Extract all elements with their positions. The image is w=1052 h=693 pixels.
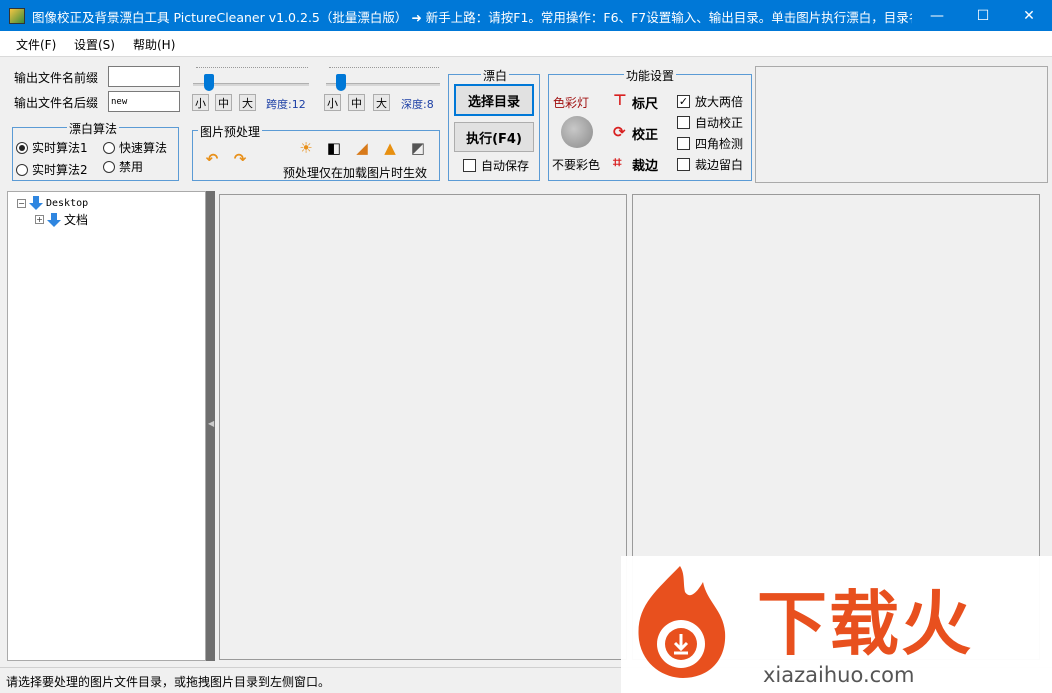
preprocess-group: 图片预处理 ↶ ↷ ☀ ◧ ◢ ▲ ◩ 预处理仅在加载图片时生效 [192, 123, 440, 181]
tree-node-label: 文档 [64, 213, 89, 227]
algo-realtime1-radio[interactable]: 实时算法1 [16, 139, 88, 156]
prefix-input[interactable] [108, 66, 180, 87]
depth-value-label: 深度:8 [401, 98, 434, 111]
auto-correct-label: 自动校正 [695, 116, 744, 130]
color-light-label: 色彩灯 [553, 96, 590, 110]
zoom-double-checkbox[interactable]: ✓ 放大两倍 [677, 93, 743, 110]
algo-fast-label: 快速算法 [119, 141, 168, 155]
span-slider-thumb[interactable] [203, 74, 214, 91]
watermark: 下载火 xiazaihuo.com [621, 556, 1052, 693]
collapse-icon[interactable]: − [17, 198, 26, 208]
select-directory-button[interactable]: 选择目录 [454, 84, 534, 116]
checkbox-box [677, 137, 690, 150]
crop-icon: ⌗ [613, 153, 622, 171]
function-group: 功能设置 色彩灯 不要彩色 ⊤ 标尺 ⟳ 校正 ⌗ 裁边 ✓ 放大两倍 自动校正 … [548, 67, 752, 181]
redo-icon[interactable]: ↷ [231, 150, 249, 168]
app-icon [9, 8, 25, 24]
preprocess-group-title: 图片预处理 [198, 123, 263, 140]
algo-disabled-radio[interactable]: 禁用 [103, 158, 143, 175]
span-value-label: 跨度:12 [266, 98, 306, 111]
original-image-view[interactable] [219, 194, 627, 660]
tree-node-documents[interactable]: + 文档 [35, 211, 88, 228]
radio-dot [16, 141, 28, 154]
brightness-icon[interactable]: ☀ [297, 139, 315, 157]
algorithm-group: 漂白算法 实时算法1 快速算法 实时算法2 禁用 [12, 120, 179, 181]
zoom-double-label: 放大两倍 [695, 95, 744, 109]
span-small-button[interactable]: 小 [192, 94, 209, 111]
sharpen-icon[interactable]: ▲ [381, 139, 399, 157]
checkbox-box [677, 158, 690, 171]
bleach-group: 漂白 选择目录 执行(F4) 自动保存 [448, 67, 540, 181]
watermark-logo [638, 566, 726, 678]
watermark-url: xiazaihuo.com [763, 663, 915, 687]
checkbox-box [677, 116, 690, 129]
menu-bar: 文件(F) 设置(S) 帮助(H) [0, 31, 1052, 57]
prefix-label: 输出文件名前缀 [14, 71, 99, 85]
corner-detect-checkbox[interactable]: 四角检测 [677, 135, 743, 152]
depth-slider-ticks [329, 67, 439, 71]
menu-file[interactable]: 文件(F) [16, 36, 56, 53]
minimize-button[interactable]: — [914, 0, 960, 31]
depth-medium-button[interactable]: 中 [348, 94, 365, 111]
thumbnail-panel [755, 66, 1048, 183]
algo-disabled-label: 禁用 [119, 160, 144, 174]
title-bar: 图像校正及背景漂白工具 PictureCleaner v1.0.2.5（批量漂白… [0, 0, 1052, 31]
color-light-indicator[interactable] [561, 116, 593, 148]
radio-dot [103, 141, 115, 154]
undo-icon[interactable]: ↶ [203, 150, 221, 168]
function-group-title: 功能设置 [624, 67, 677, 84]
panel-splitter[interactable]: ◀ [206, 191, 215, 661]
correct-icon: ⟳ [613, 123, 626, 141]
color-replace-icon[interactable]: ◩ [409, 139, 427, 157]
maximize-button[interactable]: ☐ [960, 0, 1006, 31]
correct-tool[interactable]: 校正 [632, 124, 658, 143]
suffix-input[interactable] [108, 91, 180, 112]
crop-margin-checkbox[interactable]: 裁边留白 [677, 156, 743, 173]
algo-realtime1-label: 实时算法1 [32, 141, 88, 155]
folder-arrow-icon [47, 212, 61, 227]
radio-dot [16, 163, 28, 176]
close-button[interactable]: ✕ [1006, 0, 1052, 31]
tree-node-desktop[interactable]: − Desktop [17, 196, 88, 210]
algorithm-group-title: 漂白算法 [67, 120, 120, 137]
window-title: 图像校正及背景漂白工具 PictureCleaner v1.0.2.5（批量漂白… [32, 10, 912, 25]
depth-large-button[interactable]: 大 [373, 94, 390, 111]
folder-arrow-icon [29, 196, 43, 210]
preprocess-note: 预处理仅在加载图片时生效 [283, 166, 428, 180]
tree-node-label: Desktop [46, 197, 89, 209]
watermark-brand: 下载火 [757, 583, 973, 665]
depth-slider-thumb[interactable] [336, 74, 347, 91]
expand-icon[interactable]: + [35, 215, 44, 224]
crop-margin-label: 裁边留白 [695, 158, 744, 172]
bleach-group-title: 漂白 [481, 67, 510, 84]
span-large-button[interactable]: 大 [239, 94, 256, 111]
crop-tool[interactable]: 裁边 [632, 155, 658, 174]
radio-dot [103, 160, 115, 173]
checkbox-box: ✓ [677, 95, 690, 108]
span-medium-button[interactable]: 中 [215, 94, 232, 111]
auto-correct-checkbox[interactable]: 自动校正 [677, 114, 743, 131]
suffix-label: 输出文件名后缀 [14, 96, 99, 110]
ruler-icon: ⊤ [613, 91, 627, 109]
algo-realtime2-label: 实时算法2 [32, 163, 88, 177]
menu-settings[interactable]: 设置(S) [74, 36, 115, 53]
span-slider-ticks [196, 67, 308, 71]
depth-small-button[interactable]: 小 [324, 94, 341, 111]
autosave-label: 自动保存 [481, 159, 530, 173]
execute-button[interactable]: 执行(F4) [454, 122, 534, 152]
algo-realtime2-radio[interactable]: 实时算法2 [16, 161, 88, 178]
splitter-grip-icon: ◀ [208, 419, 215, 428]
algo-fast-radio[interactable]: 快速算法 [103, 139, 167, 156]
directory-tree[interactable]: − Desktop + 文档 [7, 191, 206, 661]
toolbar: 输出文件名前缀 输出文件名后缀 小 中 大 跨度:12 小 中 大 深度:8 漂… [0, 57, 1052, 187]
autosave-checkbox[interactable]: 自动保存 [463, 157, 529, 174]
ruler-tool[interactable]: 标尺 [632, 93, 658, 112]
menu-help[interactable]: 帮助(H) [133, 36, 175, 53]
corner-detect-label: 四角检测 [695, 137, 744, 151]
contrast-icon[interactable]: ◧ [325, 139, 343, 157]
no-color-label: 不要彩色 [552, 158, 601, 172]
levels-icon[interactable]: ◢ [353, 139, 371, 157]
status-text: 请选择要处理的图片文件目录，或拖拽图片目录到左侧窗口。 [6, 675, 331, 689]
checkbox-box [463, 159, 476, 172]
